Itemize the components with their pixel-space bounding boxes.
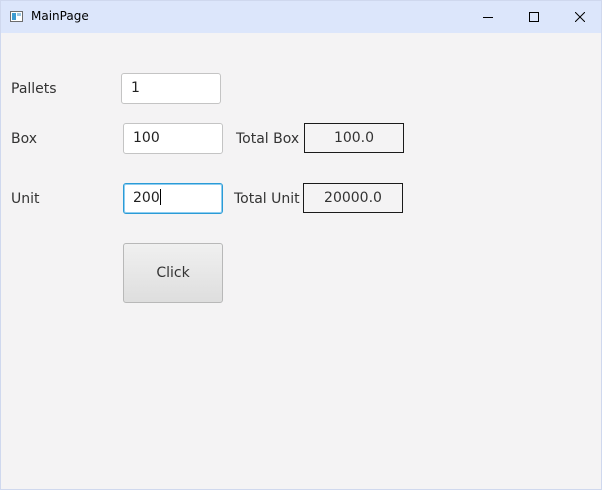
unit-input[interactable]: 200 bbox=[123, 183, 223, 214]
close-icon bbox=[575, 12, 585, 22]
window-title: MainPage bbox=[31, 9, 89, 23]
total-unit-output: 20000.0 bbox=[303, 183, 403, 213]
maximize-button[interactable] bbox=[511, 1, 557, 33]
unit-input-value: 200 bbox=[133, 190, 160, 206]
pallets-label: Pallets bbox=[11, 81, 57, 97]
text-caret bbox=[159, 189, 161, 205]
minimize-button[interactable] bbox=[465, 1, 511, 33]
click-button-label: Click bbox=[156, 265, 190, 281]
click-button[interactable]: Click bbox=[123, 243, 223, 303]
total-box-output: 100.0 bbox=[304, 123, 404, 153]
pallets-input-value: 1 bbox=[131, 80, 140, 96]
total-unit-label: Total Unit bbox=[234, 191, 300, 207]
title-bar[interactable]: MainPage bbox=[1, 1, 601, 33]
maximize-icon bbox=[529, 12, 539, 22]
box-input[interactable]: 100 bbox=[123, 123, 223, 154]
app-icon bbox=[10, 11, 23, 22]
close-button[interactable] bbox=[557, 1, 602, 33]
box-label: Box bbox=[11, 131, 38, 147]
total-box-label: Total Box bbox=[236, 131, 300, 147]
unit-label: Unit bbox=[11, 191, 40, 207]
pallets-input[interactable]: 1 bbox=[121, 73, 221, 104]
minimize-icon bbox=[483, 17, 493, 18]
box-input-value: 100 bbox=[133, 130, 160, 146]
main-window: MainPage Pallets 1 Box 100 Total Box 100… bbox=[0, 0, 602, 490]
